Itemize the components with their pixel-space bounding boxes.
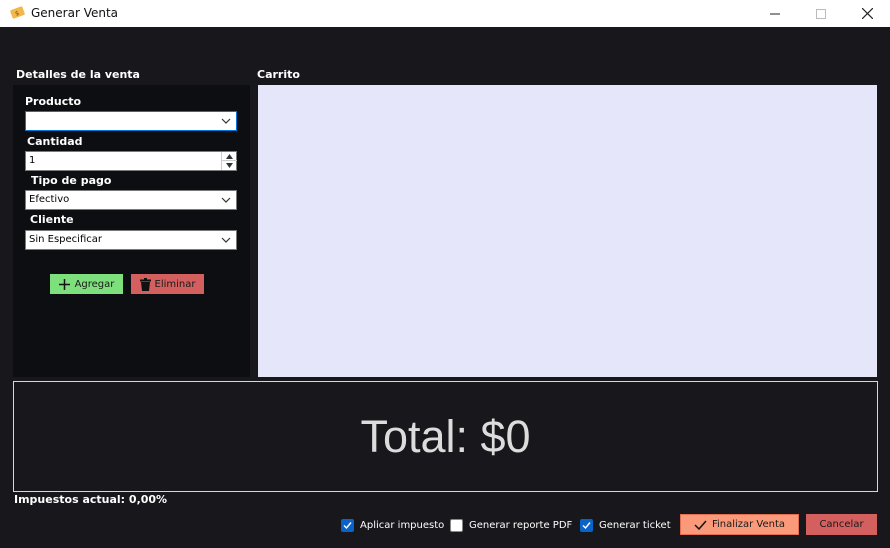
check-icon	[694, 520, 707, 530]
maximize-button[interactable]	[798, 0, 844, 27]
tipo-pago-value: Efectivo	[29, 194, 70, 205]
total-amount: Total: $0	[360, 410, 531, 462]
caret-down-icon	[226, 163, 233, 168]
generar-pdf-label: Generar reporte PDF	[469, 520, 573, 531]
close-icon	[861, 8, 873, 19]
stepper-arrows	[221, 152, 237, 170]
tipo-pago-label: Tipo de pago	[31, 174, 112, 187]
tipo-pago-combobox[interactable]: Efectivo	[25, 190, 237, 210]
tax-rate-text: Impuestos actual: 0,00%	[14, 493, 168, 506]
total-panel: Total: $0	[13, 381, 878, 492]
cantidad-label: Cantidad	[27, 135, 83, 148]
producto-combobox[interactable]	[25, 111, 237, 131]
generar-ticket-label: Generar ticket	[599, 520, 671, 531]
chevron-down-icon	[221, 118, 231, 124]
stepper-up-button[interactable]	[222, 152, 237, 161]
chevron-down-icon	[221, 237, 231, 243]
app-ticket-icon: $	[10, 6, 25, 19]
cantidad-stepper[interactable]: 1	[25, 151, 237, 171]
generar-pdf-checkbox[interactable]: Generar reporte PDF	[450, 519, 572, 532]
delete-button-label: Eliminar	[154, 278, 196, 290]
aplicar-impuesto-checkbox[interactable]: Aplicar impuesto	[341, 519, 444, 532]
trash-icon	[139, 277, 151, 291]
window-title: Generar Venta	[31, 6, 119, 20]
checkbox-unchecked-icon	[450, 519, 463, 532]
finalize-sale-label: Finalizar Venta	[711, 519, 786, 530]
producto-label: Producto	[25, 95, 82, 108]
details-section-label: Detalles de la venta	[16, 68, 140, 81]
minimize-icon	[770, 13, 780, 14]
sale-details-panel: Producto Cantidad 1 Tipo de pago Efectiv…	[13, 85, 250, 377]
cantidad-value: 1	[29, 155, 36, 166]
title-bar: $ Generar Venta	[0, 0, 890, 27]
aplicar-impuesto-label: Aplicar impuesto	[360, 520, 445, 531]
cliente-combobox[interactable]: Sin Especificar	[25, 230, 237, 250]
generar-ticket-checkbox[interactable]: Generar ticket	[580, 519, 671, 532]
cliente-value: Sin Especificar	[29, 234, 102, 245]
cancel-button[interactable]: Cancelar	[806, 514, 877, 535]
checkbox-checked-icon	[580, 519, 593, 532]
cancel-button-label: Cancelar	[819, 519, 864, 530]
minimize-button[interactable]	[752, 0, 798, 27]
add-button-label: Agregar	[74, 278, 115, 290]
stepper-down-button[interactable]	[222, 161, 237, 170]
cliente-label: Cliente	[30, 213, 74, 226]
cart-list[interactable]	[258, 85, 877, 377]
plus-icon	[58, 278, 70, 290]
cart-section-label: Carrito	[257, 68, 300, 81]
add-button[interactable]: Agregar	[50, 274, 123, 294]
delete-button[interactable]: Eliminar	[131, 274, 204, 294]
caret-up-icon	[226, 153, 233, 159]
close-button[interactable]	[844, 0, 890, 27]
checkbox-checked-icon	[341, 519, 354, 532]
maximize-icon	[816, 8, 826, 19]
finalize-sale-button[interactable]: Finalizar Venta	[680, 514, 799, 535]
chevron-down-icon	[221, 197, 231, 203]
